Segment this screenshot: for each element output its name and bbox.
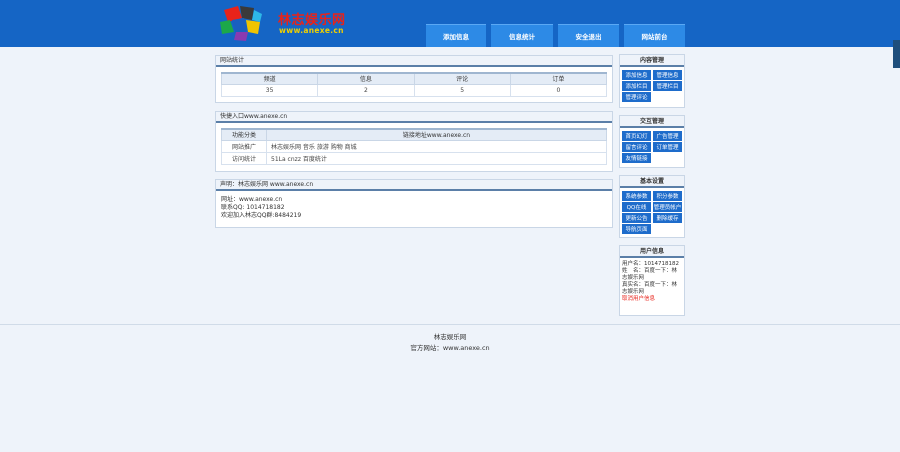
sidebar-btn-admin-account[interactable]: 管理员帐户: [653, 202, 682, 212]
table-row: 访问统计 51La cnzz 百度统计: [221, 151, 607, 165]
sidebar-content-management: 内容管理 添加信息 管理信息 添加栏目 管理栏目 管理评论: [619, 54, 685, 108]
nav-logout[interactable]: 安全退出: [558, 24, 619, 47]
quick-header: 链接地址www.anexe.cn: [266, 128, 607, 141]
quick-category: 访问统计: [221, 151, 267, 165]
stats-panel-title: 网站统计: [216, 56, 612, 67]
footer-divider: [0, 324, 900, 325]
sidebar-btn-points-params[interactable]: 积分参数: [653, 191, 682, 201]
nav-add-info[interactable]: 添加信息: [426, 24, 486, 47]
sidebar-title: 用户信息: [620, 246, 684, 258]
nav-frontend[interactable]: 网站前台: [624, 24, 685, 47]
sidebar-btn-add-column[interactable]: 添加栏目: [622, 81, 651, 91]
table-row: 35 2 5 0: [220, 83, 608, 97]
sidebar-btn-messages[interactable]: 留言评论: [622, 142, 651, 152]
sidebar-btn-nav-pages[interactable]: 导航页面: [622, 224, 651, 234]
sidebar-basic-settings: 基本设置 系统参数 积分参数 QQ在线 管理员帐户 更新公告 删除缓存 导航页面: [619, 175, 685, 238]
stats-header: 评论: [413, 72, 511, 85]
quick-header: 功能分类: [221, 128, 267, 141]
stats-header: 频道: [220, 72, 319, 85]
user-info-line: 真实名：百度一下：林: [622, 282, 678, 288]
quick-links[interactable]: 51La cnzz 百度统计: [266, 151, 607, 165]
sidebar-title: 交互管理: [620, 116, 684, 128]
sidebar-btn-ads[interactable]: 广告管理: [653, 131, 682, 141]
stats-value: 5: [413, 83, 511, 97]
sidebar-btn-manage-comments[interactable]: 管理评论: [622, 92, 651, 102]
quick-category: 网站推广: [221, 139, 267, 153]
user-info-line: 志娱乐网: [622, 275, 645, 281]
sidebar-btn-orders[interactable]: 订单管理: [653, 142, 682, 152]
statement-panel: 声明：林志娱乐网 www.anexe.cn 网址：www.anexe.cn 联系…: [215, 179, 613, 228]
stats-table: 频道 信息 评论 订单 35 2 5 0: [220, 72, 608, 97]
sidebar-btn-system-params[interactable]: 系统参数: [622, 191, 651, 201]
sidebar-user-info: 用户信息 用户名：1014718182 姓 名：百度一下：林 志娱乐网 真实名：…: [619, 245, 685, 316]
header-bar: 林志娱乐网 www.anexe.cn 添加信息 信息统计 安全退出 网站前台: [0, 0, 900, 47]
quick-links-table: 功能分类 链接地址www.anexe.cn 网站推广 林志娱乐网 音乐 旅游 购…: [221, 128, 607, 165]
stats-value: 2: [317, 83, 415, 97]
sidebar-interaction-management: 交互管理 首页幻灯 广告管理 留言评论 订单管理 友情链接: [619, 115, 685, 168]
cancel-user-info-link[interactable]: 取消用户信息: [622, 296, 682, 303]
statement-title: 声明：林志娱乐网 www.anexe.cn: [216, 180, 612, 191]
stats-header: 订单: [509, 72, 608, 85]
stats-value: 0: [509, 83, 608, 97]
sidebar-btn-friend-links[interactable]: 友情链接: [622, 153, 651, 163]
quick-links-title: 快捷入口www.anexe.cn: [216, 112, 612, 123]
logo-url: www.anexe.cn: [279, 26, 344, 35]
stats-value: 35: [220, 83, 319, 97]
quick-links-panel: 快捷入口www.anexe.cn 功能分类 链接地址www.anexe.cn 网…: [215, 111, 613, 172]
logo-icon: [220, 6, 262, 41]
user-info-line: 志娱乐网: [622, 289, 645, 295]
footer-site-name: 林志娱乐网: [433, 333, 467, 341]
sidebar-btn-qq-online[interactable]: QQ在线: [622, 202, 651, 212]
statement-line: 网址：www.anexe.cn: [221, 196, 283, 203]
sidebar-btn-clear-cache[interactable]: 删除缓存: [653, 213, 682, 223]
stats-header: 信息: [317, 72, 415, 85]
sidebar-btn-manage-info[interactable]: 管理信息: [653, 70, 682, 80]
sidebar-title: 基本设置: [620, 176, 684, 188]
sidebar-title: 内容管理: [620, 55, 684, 67]
table-row: 网站推广 林志娱乐网 音乐 旅游 购物 商城: [221, 139, 607, 153]
sidebar-btn-manage-column[interactable]: 管理栏目: [653, 81, 682, 91]
user-info-line: 用户名：1014718182: [622, 261, 679, 267]
sidebar-btn-add-info[interactable]: 添加信息: [622, 70, 651, 80]
sidebar-btn-slideshow[interactable]: 首页幻灯: [622, 131, 651, 141]
statement-line: 欢迎加入林志QQ群:8484219: [221, 212, 302, 219]
quick-links[interactable]: 林志娱乐网 音乐 旅游 购物 商城: [266, 139, 607, 153]
side-scroll-handle[interactable]: [893, 40, 900, 68]
sidebar-btn-update-notice[interactable]: 更新公告: [622, 213, 651, 223]
footer-official-site[interactable]: 官方网站：www.anexe.cn: [0, 342, 900, 352]
user-info-line: 姓 名：百度一下：林: [622, 268, 678, 274]
statement-line: 联系QQ: 1014718182: [221, 204, 285, 211]
nav-info-stats[interactable]: 信息统计: [491, 24, 553, 47]
stats-panel: 网站统计 频道 信息 评论 订单 35 2 5 0: [215, 55, 613, 103]
